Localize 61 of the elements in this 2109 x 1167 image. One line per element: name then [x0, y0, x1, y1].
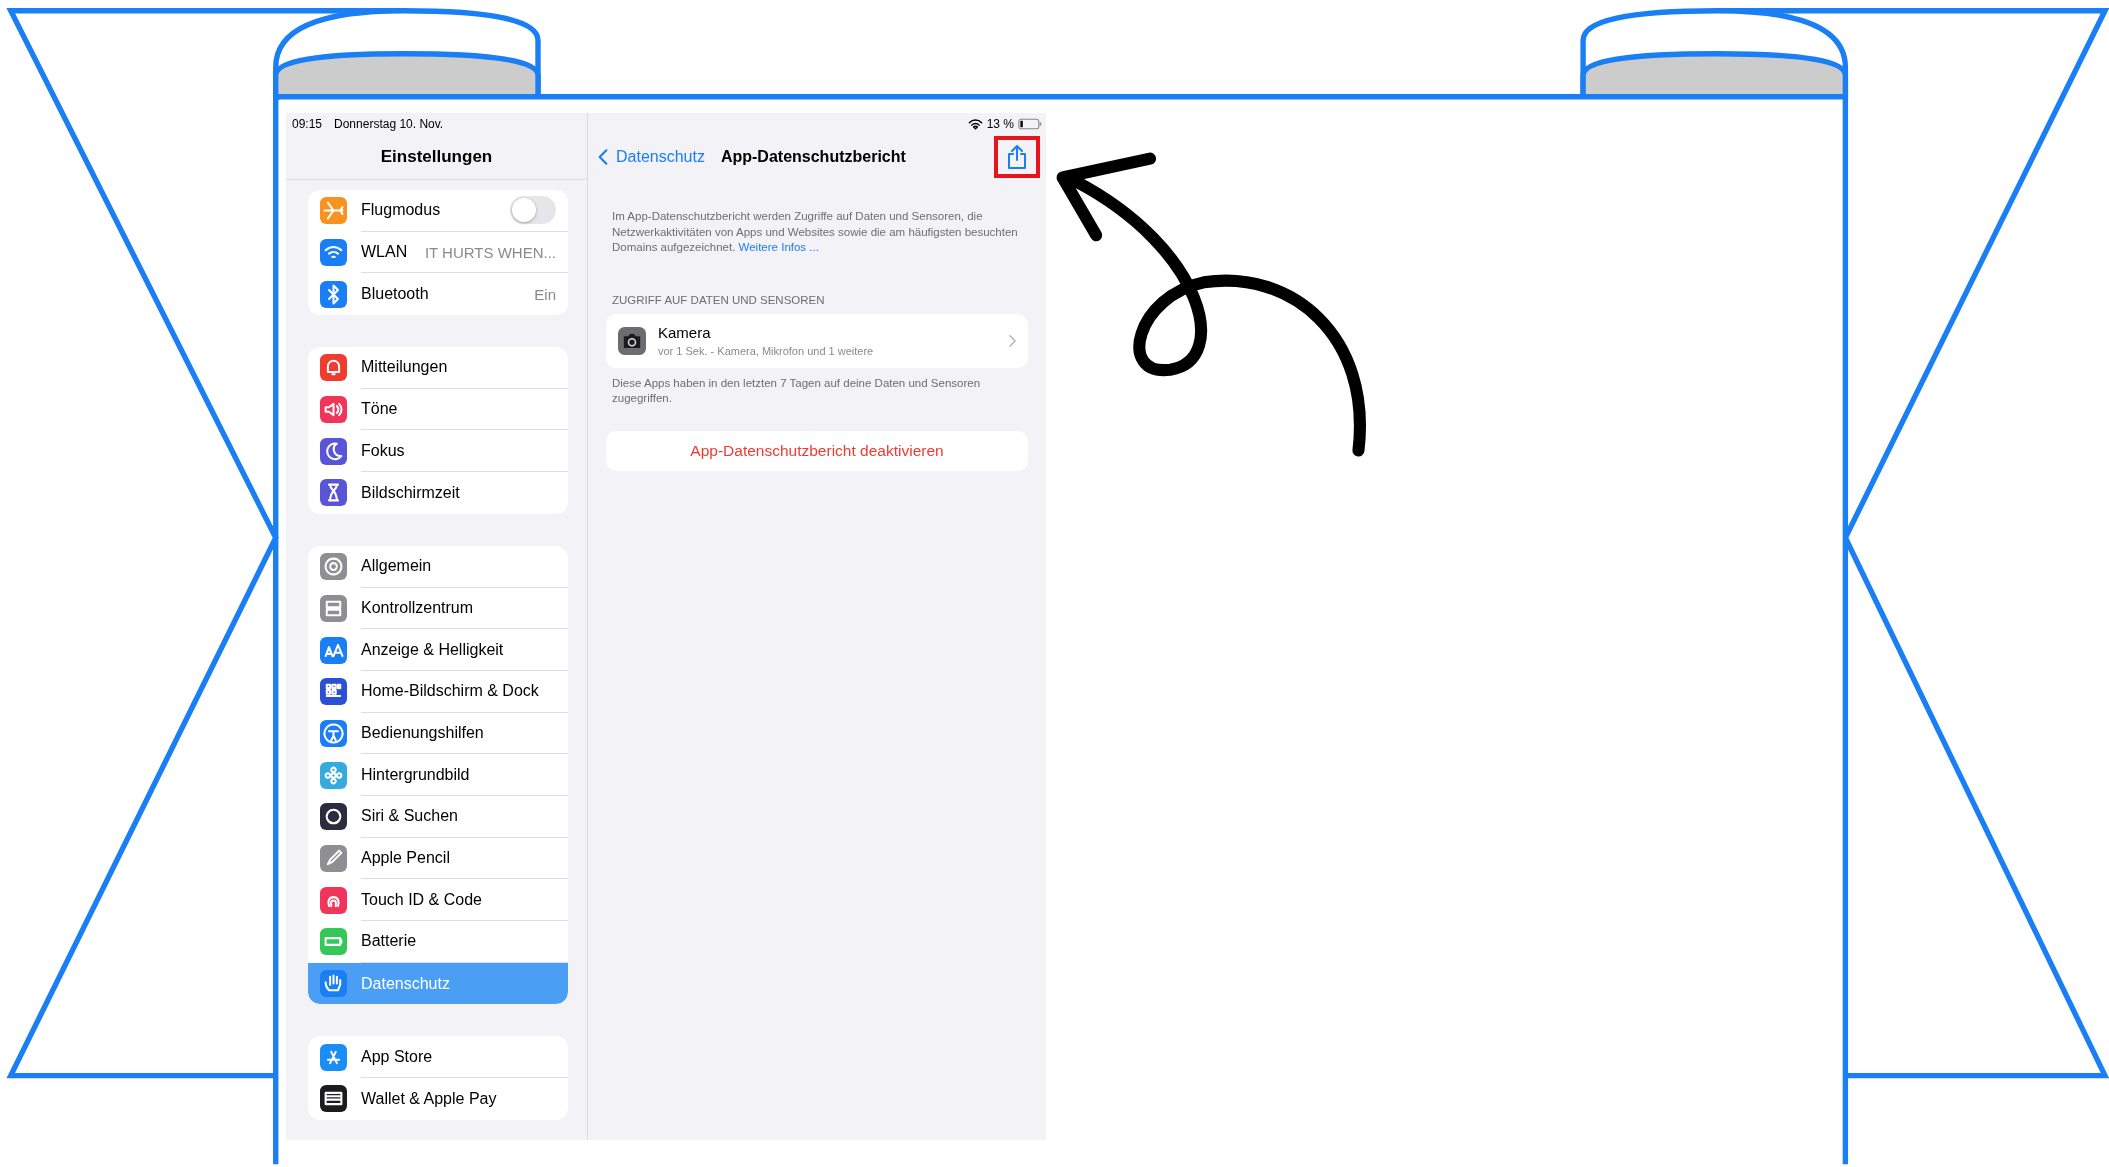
- item-label: Fokus: [361, 441, 405, 460]
- sidebar-item[interactable]: Siri & Suchen: [308, 795, 568, 838]
- camera-icon: [618, 326, 646, 355]
- item-label: Bluetooth: [361, 285, 429, 304]
- deactivate-button[interactable]: App-Datenschutzbericht deaktivieren: [606, 430, 1028, 471]
- item-value: IT HURTS WHEN...: [423, 243, 556, 261]
- chevron-right-icon: [1009, 334, 1016, 347]
- battery-percent: 13 %: [986, 117, 1014, 131]
- item-label: Siri & Suchen: [361, 807, 458, 826]
- sidebar-item[interactable]: Allgemein: [308, 545, 568, 588]
- back-button[interactable]: Datenschutz: [598, 148, 705, 166]
- item-label: WLAN: [361, 243, 408, 262]
- item-label: App Store: [361, 1047, 433, 1066]
- sidebar-item[interactable]: Home-Bildschirm & Dock: [308, 670, 568, 713]
- item-label: Bildschirmzeit: [361, 483, 460, 502]
- item-label: Datenschutz: [361, 974, 450, 993]
- chevron-left-icon: [598, 148, 608, 166]
- sidebar-item[interactable]: Flugmodus: [308, 190, 568, 232]
- sidebar-item[interactable]: Fokus: [308, 430, 568, 473]
- item-label: Home-Bildschirm & Dock: [361, 682, 539, 701]
- more-info-link[interactable]: Weitere Infos ...: [738, 241, 819, 253]
- sidebar-item[interactable]: Batterie: [308, 921, 568, 963]
- wifi-signal-icon: [967, 118, 983, 130]
- sidebar-item[interactable]: Apple Pencil: [308, 837, 568, 880]
- sidebar-item[interactable]: Kontrollzentrum: [308, 587, 568, 630]
- app-name: Kamera: [658, 324, 712, 341]
- sidebar-item[interactable]: App Store: [308, 1036, 568, 1079]
- access-summary: vor 1 Sek. - Kamera, Mikrofon und 1 weitere: [658, 345, 875, 357]
- battery-icon: [1018, 118, 1042, 130]
- status-date: Donnerstag 10. Nov.: [334, 117, 444, 131]
- item-label: Batterie: [361, 932, 417, 951]
- sidebar-item[interactable]: Bedienungshilfen: [308, 712, 568, 755]
- item-label: Apple Pencil: [361, 848, 450, 867]
- item-label: Hintergrundbild: [361, 765, 470, 784]
- item-label: Töne: [361, 400, 398, 419]
- item-label: Kontrollzentrum: [361, 598, 474, 617]
- app-access-row[interactable]: Kamera vor 1 Sek. - Kamera, Mikrofon und 1 weitere: [606, 313, 1028, 368]
- sidebar-item[interactable]: Bildschirmzeit: [308, 472, 568, 514]
- item-label: Wallet & Apple Pay: [361, 1089, 497, 1108]
- sidebar-item[interactable]: Bluetooth Ein: [308, 273, 568, 316]
- status-time: 09:15: [292, 117, 323, 131]
- sidebar-item[interactable]: Hintergrundbild: [308, 754, 568, 796]
- item-value: Ein: [533, 285, 556, 303]
- intro-paragraph: Im App-Datenschutzbericht werden Zugriffe auf Daten und Sensoren, die Netzwerkaktivitäten von Apps und Websites sowie die am häufigsten besuchten Domains aufgezeichnet. Weitere Infos ...: [612, 209, 1019, 255]
- item-label: Touch ID & Code: [361, 890, 482, 909]
- page-title: App-Datenschutzbericht: [720, 148, 906, 166]
- section-header: ZUGRIFF AUF DATEN UND SENSOREN: [612, 293, 826, 306]
- item-label: Flugmodus: [361, 201, 441, 220]
- section-footer: Diese Apps haben in den letzten 7 Tagen auf deine Daten und Sensoren zugegriffen.: [612, 375, 1022, 407]
- sidebar-item[interactable]: Töne: [308, 388, 568, 431]
- item-label: Bedienungshilfen: [361, 723, 484, 742]
- item-label: Mitteilungen: [361, 358, 448, 377]
- sidebar-item[interactable]: Wallet & Apple Pay: [308, 1078, 568, 1120]
- sidebar-item[interactable]: WLAN IT HURTS WHEN...: [308, 231, 568, 274]
- item-label: Allgemein: [361, 557, 432, 576]
- sidebar-title: Einstellungen: [286, 135, 587, 180]
- sidebar-item[interactable]: Anzeige & Helligkeit: [308, 629, 568, 671]
- sidebar-item[interactable]: Touch ID & Code: [308, 879, 568, 921]
- toggle-switch[interactable]: [510, 196, 556, 225]
- sidebar-item[interactable]: Mitteilungen: [308, 347, 568, 389]
- item-label: Anzeige & Helligkeit: [361, 640, 504, 659]
